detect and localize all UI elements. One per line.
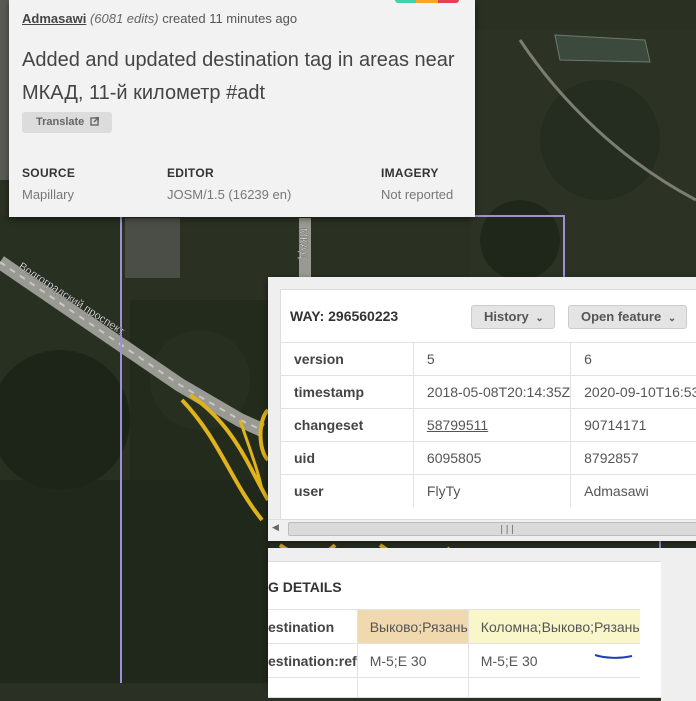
tag-key [268, 677, 358, 697]
way-table-container: WAY: 296560223 History ⌄ Open feature ⌄ … [280, 289, 696, 536]
grip-icon: ||| [499, 525, 516, 535]
panel-edge [661, 561, 696, 701]
username-link[interactable]: Admasawi [22, 11, 86, 26]
chevron-down-icon: ⌄ [667, 313, 677, 324]
source-value: Mapillary [22, 187, 75, 202]
table-row: timestamp 2018-05-08T20:14:35Z 2020-09-1… [281, 375, 696, 409]
tag-details-title: G DETAILS [268, 579, 342, 595]
table-row: changeset 58799511 90714171 [281, 408, 696, 442]
imagery-meta: IMAGERY Not reported [381, 166, 453, 202]
source-label: SOURCE [22, 166, 76, 180]
scroll-left-arrow-icon[interactable]: ◀ [272, 522, 279, 533]
edit-count: (6081 edits) [89, 11, 159, 26]
tag-key: estination [268, 609, 358, 644]
way-title: WAY: 296560223 [290, 308, 399, 324]
old-tag-value: Выково;Рязань [357, 609, 469, 644]
translate-button[interactable]: Translate [22, 112, 113, 133]
new-value: 2020-09-10T16:53 [570, 375, 696, 409]
changeset-comment: Added and updated destination tag in are… [22, 49, 455, 104]
road-label-mkad: МКАД [297, 228, 309, 259]
row-key: changeset [281, 408, 414, 442]
way-comparison-panel: WAY: 296560223 History ⌄ Open feature ⌄ … [268, 277, 696, 541]
handwritten-underline-mark [594, 654, 633, 659]
created-time: created 11 minutes ago [162, 11, 298, 26]
editor-label: EDITOR [167, 166, 214, 180]
translate-label: Translate [36, 116, 85, 128]
new-value: 6 [570, 342, 696, 376]
changeset-user-line: Admasawi (6081 edits) created 11 minutes… [22, 11, 297, 26]
row-key: user [281, 474, 414, 507]
imagery-value: Not reported [381, 187, 454, 202]
new-value: Admasawi [570, 474, 696, 507]
open-feature-label: Open feature [581, 309, 662, 324]
new-tag-value [468, 677, 640, 697]
old-value: 2018-05-08T20:14:35Z [413, 375, 572, 409]
tag-table-container: G DETAILS estination Выково;Рязань Колом… [268, 561, 662, 698]
old-value: 6095805 [413, 441, 572, 475]
color-swatch-green [395, 0, 417, 3]
row-key: uid [281, 441, 414, 475]
row-key: timestamp [281, 375, 414, 409]
row-key: version [281, 342, 414, 376]
new-tag-value: Коломна;Выково;Рязань [468, 609, 640, 644]
tag-details-table: estination Выково;Рязань Коломна;Выково;… [268, 609, 640, 697]
chevron-down-icon: ⌄ [535, 313, 544, 324]
source-meta: SOURCE Mapillary [22, 166, 75, 202]
external-link-icon [90, 117, 100, 126]
horizontal-scrollbar[interactable]: ◀ ||| [268, 519, 696, 537]
old-tag-value: M-5;E 30 [357, 643, 469, 678]
old-value: 5 [413, 342, 572, 376]
tag-key-text: estination:ref [268, 652, 357, 669]
table-row: estination:ref M-5;E 30 M-5;E 30 [268, 643, 640, 678]
tag-details-panel: G DETAILS estination Выково;Рязань Колом… [268, 548, 696, 701]
tag-key: estination:ref [268, 643, 358, 678]
tag-key-text: estination [268, 618, 335, 635]
table-row: uid 6095805 8792857 [281, 441, 696, 475]
changeset-color-bar [395, 0, 459, 3]
editor-value: JOSM/1.5 (16239 en) [167, 187, 292, 202]
old-tag-value [357, 677, 469, 697]
scrollbar-thumb[interactable]: ||| [288, 522, 696, 536]
table-row: version 5 6 [281, 342, 696, 376]
new-value: 90714171 [570, 408, 696, 442]
color-swatch-orange [416, 0, 438, 3]
editor-meta: EDITOR JOSM/1.5 (16239 en) [167, 166, 291, 202]
changeset-link[interactable]: 58799511 [427, 417, 488, 433]
old-changeset-link[interactable]: 58799511 [413, 408, 572, 442]
history-dropdown-button[interactable]: History ⌄ [471, 305, 555, 329]
old-value: FlyTy [413, 474, 572, 507]
table-row [268, 677, 640, 697]
way-metadata-table: version 5 6 timestamp 2018-05-08T20:14:3… [281, 342, 696, 507]
table-row: user FlyTy Admasawi [281, 474, 696, 507]
history-label: History [484, 309, 529, 324]
changeset-header-card: Admasawi (6081 edits) created 11 minutes… [9, 0, 475, 217]
imagery-label: IMAGERY [381, 166, 439, 180]
new-value: 8792857 [570, 441, 696, 475]
table-row: estination Выково;Рязань Коломна;Выково;… [268, 609, 640, 644]
color-swatch-red [437, 0, 459, 3]
open-feature-dropdown-button[interactable]: Open feature ⌄ [568, 305, 688, 329]
